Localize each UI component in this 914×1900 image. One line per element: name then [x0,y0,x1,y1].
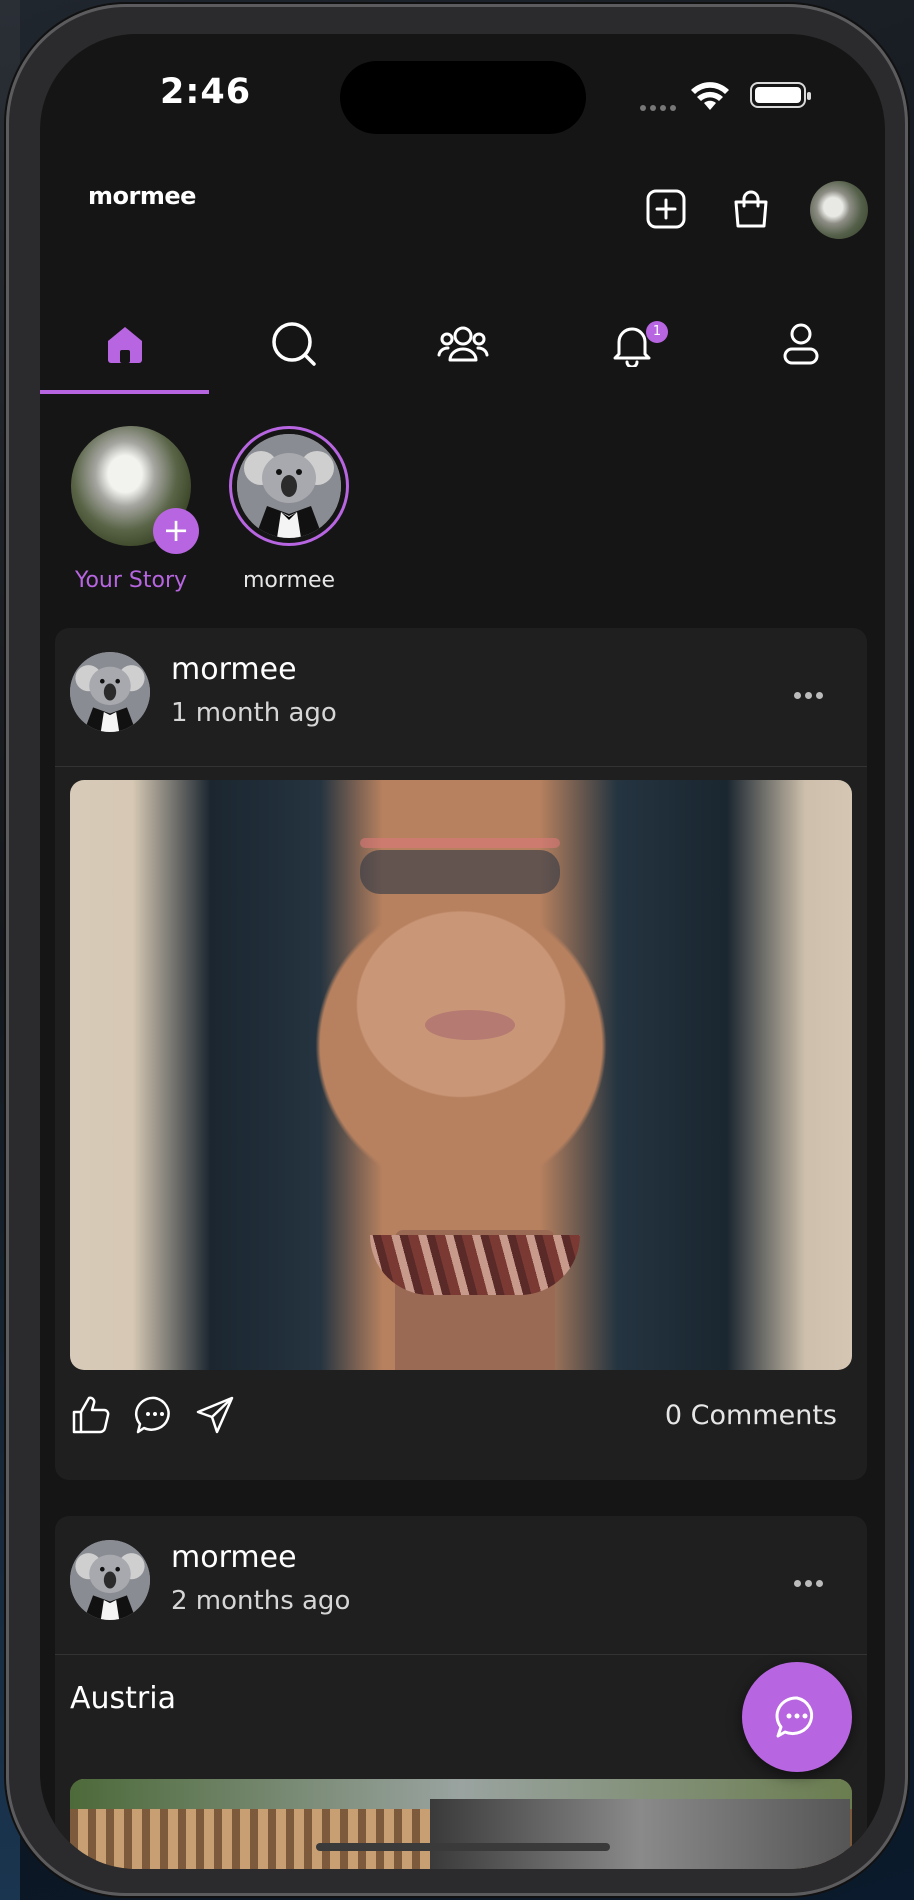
author-avatar[interactable] [70,1540,150,1620]
story-your-story[interactable]: + Your Story [71,426,199,593]
share-icon [196,1396,234,1434]
post-time: 2 months ago [171,1586,351,1616]
post-author[interactable]: mormee [171,652,297,687]
like-icon [72,1396,110,1434]
wifi-icon [691,82,729,110]
your-story-avatar: + [71,426,199,554]
groups-icon [437,326,488,362]
post-caption: Austria [70,1681,176,1716]
story-label: mormee [242,568,336,593]
post-actions: 0 Comments [70,1390,852,1442]
active-tab-indicator [40,390,209,394]
home-icon [107,327,142,363]
battery-icon [750,82,811,108]
main-tabs: 1 [40,294,885,394]
status-time: 2:46 [160,72,252,112]
cellular-signal-icon [640,96,684,111]
koala-tuxedo-avatar [70,652,150,732]
header-avatar[interactable] [810,181,868,239]
notification-badge: 1 [646,321,668,343]
story-avatar [229,426,349,546]
plus-square-icon [646,189,686,229]
more-options-button[interactable] [790,1572,823,1591]
koala-tuxedo-avatar [237,434,341,538]
story-mormee[interactable]: mormee [229,426,349,593]
add-story-button[interactable]: + [153,508,199,554]
tab-search[interactable] [209,294,378,394]
create-post-button[interactable] [643,186,689,232]
tab-notifications[interactable]: 1 [547,294,716,394]
post-author[interactable]: mormee [171,1540,297,1575]
post-header: mormee 1 month ago [55,628,867,767]
search-icon [271,322,316,366]
post-card: mormee 2 months ago Austria [55,1516,867,1869]
bag-icon [734,190,768,228]
post-card: mormee 1 month ago 0 Comments [55,628,867,1480]
more-icon [790,684,823,703]
post-image[interactable] [70,1779,852,1869]
comment-button[interactable] [134,1394,176,1440]
phone-frame: 2:46 mormee 1 + Your Story mormee mormee… [6,4,908,1896]
tab-groups[interactable] [378,294,547,394]
story-label: Your Story [74,568,188,593]
dynamic-island [340,61,586,134]
more-options-button[interactable] [790,684,823,703]
app-logo[interactable]: mormee [88,182,196,210]
comments-count[interactable]: 0 Comments [665,1400,837,1431]
tab-profile[interactable] [716,294,885,394]
post-header: mormee 2 months ago [55,1516,867,1655]
share-button[interactable] [194,1394,236,1440]
chat-icon [775,1696,814,1738]
koala-tuxedo-avatar [70,1540,150,1620]
app-screen: 2:46 mormee 1 + Your Story mormee mormee… [40,34,885,1869]
shop-button[interactable] [728,186,774,232]
post-image[interactable] [70,780,852,1370]
chat-fab-button[interactable] [742,1662,852,1772]
home-indicator [316,1843,610,1851]
like-button[interactable] [70,1394,112,1440]
user-icon [783,323,818,365]
tab-home[interactable] [40,294,209,394]
comment-icon [135,1396,170,1434]
post-time: 1 month ago [171,698,337,728]
author-avatar[interactable] [70,652,150,732]
more-icon [790,1572,823,1591]
